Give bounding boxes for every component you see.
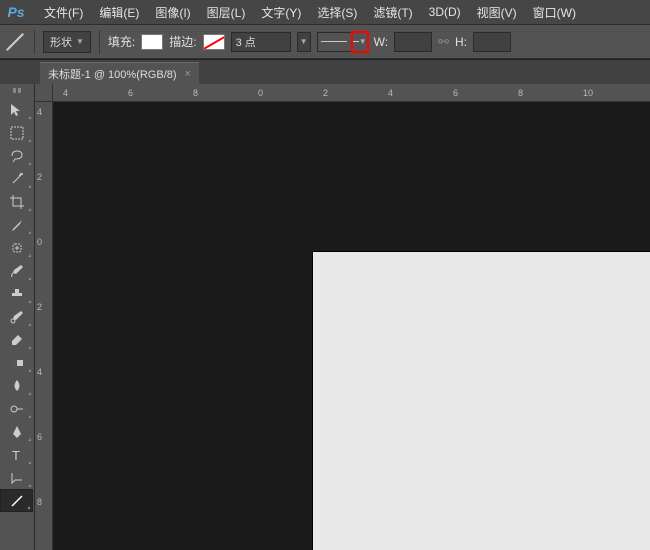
divider [99, 30, 100, 54]
blur-tool[interactable] [0, 374, 33, 397]
menu-3d[interactable]: 3D(D) [421, 3, 469, 21]
stroke-style-dropdown[interactable]: ▼ [352, 32, 368, 52]
ruler-tick: 4 [388, 88, 393, 98]
eyedropper-tool[interactable] [0, 213, 33, 236]
link-icon[interactable]: ⚯ [438, 34, 449, 50]
ruler-tick: 0 [258, 88, 263, 98]
options-bar: 形状 ▼ 填充: 描边: 3 点 ▼ ▼ W: ⚯ H: [0, 24, 650, 59]
stroke-label: 描边: [169, 33, 196, 50]
highlight-marker [351, 31, 369, 53]
document-tab[interactable]: 未标题-1 @ 100%(RGB/8) × [40, 62, 199, 84]
canvas[interactable] [53, 102, 650, 550]
menu-view[interactable]: 视图(V) [469, 2, 525, 23]
width-input[interactable] [394, 32, 432, 52]
line-tool-icon[interactable] [4, 31, 26, 53]
ruler-tick: 0 [37, 237, 42, 247]
lasso-tool[interactable] [0, 144, 33, 167]
app-logo: Ps [4, 1, 28, 23]
history-brush-tool[interactable] [0, 305, 33, 328]
ruler-tick: 6 [37, 432, 42, 442]
menu-select[interactable]: 选择(S) [309, 2, 365, 23]
ruler-tick: 8 [518, 88, 523, 98]
ruler-tick: 10 [583, 88, 593, 98]
gradient-tool[interactable] [0, 351, 33, 374]
ruler-tick: 8 [37, 497, 42, 507]
heal-tool[interactable] [0, 236, 33, 259]
wand-tool[interactable] [0, 167, 33, 190]
fill-label: 填充: [108, 33, 135, 50]
stroke-width-dropdown[interactable]: ▼ [297, 32, 311, 52]
crop-tool[interactable] [0, 190, 33, 213]
ruler-tick: 4 [37, 367, 42, 377]
menu-layer[interactable]: 图层(L) [199, 2, 254, 23]
menu-filter[interactable]: 滤镜(T) [365, 2, 420, 23]
document-tab-bar: 未标题-1 @ 100%(RGB/8) × [0, 59, 650, 84]
chevron-down-icon: ▼ [76, 37, 84, 46]
height-label: H: [455, 35, 467, 49]
menu-window[interactable]: 窗口(W) [525, 2, 584, 23]
tool-mode-dropdown[interactable]: 形状 ▼ [43, 31, 91, 53]
ruler-tick: 2 [37, 302, 42, 312]
pen-tool[interactable] [0, 420, 33, 443]
menu-edit[interactable]: 编辑(E) [91, 2, 147, 23]
menu-image[interactable]: 图像(I) [147, 2, 198, 23]
stamp-tool[interactable] [0, 282, 33, 305]
stroke-width-input[interactable]: 3 点 [231, 32, 291, 52]
canvas-wrap: 4 6 8 0 2 4 6 8 10 4 2 0 2 4 6 8 [35, 84, 650, 550]
ruler-tick: 2 [37, 172, 42, 182]
fill-swatch[interactable] [141, 34, 163, 50]
tab-close-icon[interactable]: × [185, 68, 191, 80]
main-area: T 4 6 8 0 2 4 6 8 10 4 2 0 2 [0, 84, 650, 550]
artboard[interactable] [313, 252, 650, 550]
stroke-style-preview[interactable] [317, 32, 352, 52]
menu-type[interactable]: 文字(Y) [253, 2, 309, 23]
document-tab-title: 未标题-1 @ 100%(RGB/8) [48, 66, 177, 82]
path-tool[interactable] [0, 466, 33, 489]
ruler-tick: 2 [323, 88, 328, 98]
ruler-tick: 8 [193, 88, 198, 98]
stroke-swatch[interactable] [203, 34, 225, 50]
marquee-tool[interactable] [0, 121, 33, 144]
shape-tool[interactable] [0, 489, 33, 512]
dodge-tool[interactable] [0, 397, 33, 420]
ruler-vertical[interactable]: 4 2 0 2 4 6 8 [35, 102, 53, 550]
ruler-tick: 4 [37, 107, 42, 117]
type-tool[interactable]: T [0, 443, 33, 466]
ruler-horizontal[interactable]: 4 6 8 0 2 4 6 8 10 [53, 84, 650, 102]
tool-mode-label: 形状 [50, 34, 72, 50]
brush-tool[interactable] [0, 259, 33, 282]
eraser-tool[interactable] [0, 328, 33, 351]
toolbox: T [0, 84, 35, 550]
svg-text:T: T [12, 448, 20, 463]
divider [34, 30, 35, 54]
ruler-tick: 6 [128, 88, 133, 98]
width-label: W: [374, 35, 388, 49]
height-input[interactable] [473, 32, 511, 52]
menu-bar: Ps 文件(F) 编辑(E) 图像(I) 图层(L) 文字(Y) 选择(S) 滤… [0, 0, 650, 24]
move-tool[interactable] [0, 98, 33, 121]
ruler-corner [35, 84, 53, 102]
toolbox-grip[interactable] [0, 88, 34, 96]
ruler-tick: 4 [63, 88, 68, 98]
menu-file[interactable]: 文件(F) [36, 2, 91, 23]
ruler-tick: 6 [453, 88, 458, 98]
